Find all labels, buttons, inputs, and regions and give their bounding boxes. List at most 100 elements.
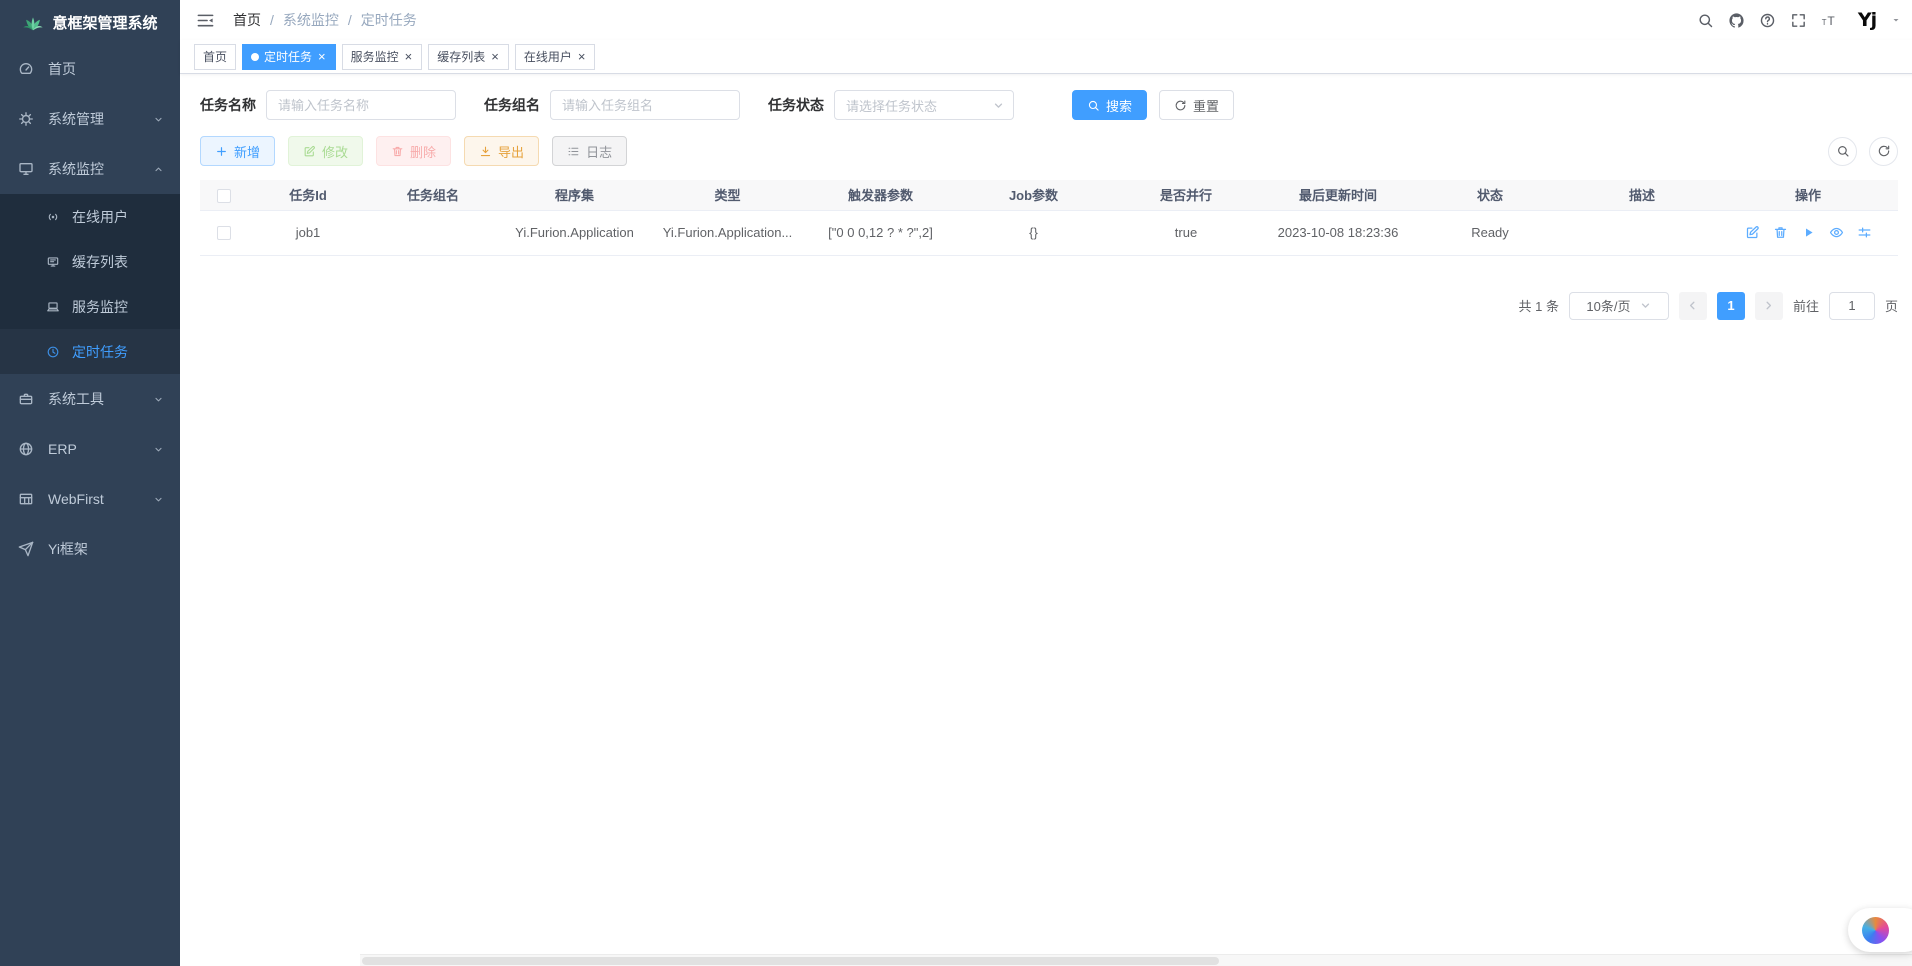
question-button[interactable] xyxy=(1759,12,1776,29)
close-tab-icon[interactable]: × xyxy=(404,50,414,63)
row-action-edit-button[interactable] xyxy=(1745,225,1760,240)
sidebar-subitem-service-monitor[interactable]: 服务监控 xyxy=(0,284,180,329)
tab-label: 缓存列表 xyxy=(437,48,485,65)
tab-label: 定时任务 xyxy=(264,48,312,65)
next-page-button[interactable] xyxy=(1755,292,1783,320)
chev-down-icon xyxy=(153,114,164,125)
sidebar-subitem-cache-list[interactable]: 缓存列表 xyxy=(0,239,180,284)
navbar-actions: Yj xyxy=(1697,5,1902,35)
table-cell: 2023-10-08 18:23:36 xyxy=(1262,210,1414,255)
row-actions-cell xyxy=(1718,210,1898,255)
filter-field-task-name: 任务名称 xyxy=(200,90,456,120)
table-header-row: 任务Id任务组名程序集类型触发器参数Job参数是否并行最后更新时间状态描述操作 xyxy=(200,180,1898,210)
sidebar-subitem-scheduled-tasks[interactable]: 定时任务 xyxy=(0,329,180,374)
sidebar-item-system-manage[interactable]: 系统管理 xyxy=(0,94,180,144)
breadcrumb-item[interactable]: 定时任务 xyxy=(361,10,417,30)
app-title: 意框架管理系统 xyxy=(52,12,157,33)
app-root: 意框架管理系统 首页系统管理系统监控在线用户缓存列表服务监控定时任务系统工具ER… xyxy=(0,0,1912,966)
page-size-select[interactable]: 10条/页 xyxy=(1569,292,1669,320)
task-status-select[interactable]: 请选择任务状态 xyxy=(834,90,1014,120)
tab-0[interactable]: 首页 xyxy=(194,44,236,70)
github-button[interactable] xyxy=(1728,12,1745,29)
select-placeholder: 请选择任务状态 xyxy=(846,96,937,115)
table-cell: true xyxy=(1110,210,1262,255)
sidebar-item-webfirst[interactable]: WebFirst xyxy=(0,474,180,524)
sidebar-item-yi-framework[interactable]: Yi框架 xyxy=(0,524,180,574)
main-area: 首页/系统监控/定时任务 Yj 首页定时任务×服务监控×缓存列表×在线用户× 任… xyxy=(180,0,1912,966)
sidebar-subitem-label: 缓存列表 xyxy=(72,252,128,272)
edit-button[interactable]: 修改 xyxy=(288,136,363,166)
toolbar-buttons: 新增修改删除导出日志 xyxy=(200,136,640,166)
log-button[interactable]: 日志 xyxy=(552,136,627,166)
column-header-2: 程序集 xyxy=(498,180,651,210)
task-name-input[interactable] xyxy=(266,90,456,120)
sidebar-item-system-tools[interactable]: 系统工具 xyxy=(0,374,180,424)
column-header-6: 是否并行 xyxy=(1110,180,1262,210)
magnifier-circle-button[interactable] xyxy=(1828,137,1857,166)
close-tab-icon[interactable]: × xyxy=(577,50,587,63)
chev-down-icon xyxy=(992,99,1005,112)
sidebar-item-home[interactable]: 首页 xyxy=(0,44,180,94)
task-group-input[interactable] xyxy=(550,90,740,120)
select-all-checkbox[interactable] xyxy=(217,189,231,203)
assistant-button[interactable] xyxy=(1848,908,1912,952)
refresh-circle-button[interactable] xyxy=(1869,137,1898,166)
table-toolbar: 新增修改删除导出日志 xyxy=(200,136,1898,166)
hamburger-icon xyxy=(196,11,215,30)
submenu-system-monitor: 在线用户缓存列表服务监控定时任务 xyxy=(0,194,180,374)
sidebar-subitem-online-users[interactable]: 在线用户 xyxy=(0,194,180,239)
row-action-run-button[interactable] xyxy=(1801,225,1816,240)
chev-down-icon xyxy=(153,494,164,505)
clock-icon xyxy=(46,345,60,359)
delete-button[interactable]: 删除 xyxy=(376,136,451,166)
export-button[interactable]: 导出 xyxy=(464,136,539,166)
sidebar-item-system-monitor[interactable]: 系统监控 xyxy=(0,144,180,194)
active-tab-dot xyxy=(251,53,259,61)
server-icon xyxy=(46,300,60,314)
select-all-header xyxy=(200,180,248,210)
column-header-8: 状态 xyxy=(1414,180,1566,210)
scrollbar-thumb[interactable] xyxy=(362,957,1219,965)
horizontal-scrollbar[interactable] xyxy=(360,954,1912,966)
prev-page-button[interactable] xyxy=(1679,292,1707,320)
add-button[interactable]: 新增 xyxy=(200,136,275,166)
reset-button[interactable]: 重置 xyxy=(1159,90,1234,120)
goto-page-input[interactable] xyxy=(1829,292,1875,320)
row-action-view-button[interactable] xyxy=(1829,225,1844,240)
sidebar-item-erp[interactable]: ERP xyxy=(0,424,180,474)
column-header-10: 操作 xyxy=(1718,180,1898,210)
goto-label: 前往 xyxy=(1793,296,1819,315)
fullscreen-button[interactable] xyxy=(1790,12,1807,29)
chevron-left-icon xyxy=(1686,299,1699,312)
column-header-3: 类型 xyxy=(651,180,804,210)
breadcrumb-item[interactable]: 首页 xyxy=(233,10,261,30)
breadcrumb-item[interactable]: 系统监控 xyxy=(283,10,339,30)
row-select-cell xyxy=(200,210,248,255)
row-action-delete-button[interactable] xyxy=(1773,225,1788,240)
tab-4[interactable]: 在线用户× xyxy=(515,44,596,70)
close-tab-icon[interactable]: × xyxy=(317,50,327,63)
table-row: job1Yi.Furion.ApplicationYi.Furion.Appli… xyxy=(200,210,1898,255)
close-tab-icon[interactable]: × xyxy=(490,50,500,63)
filter-field-task-status: 任务状态请选择任务状态 xyxy=(768,90,1014,120)
tab-2[interactable]: 服务监控× xyxy=(342,44,423,70)
magnifier-icon xyxy=(1836,144,1850,158)
row-checkbox[interactable] xyxy=(217,226,231,240)
globe-icon xyxy=(18,441,34,457)
pagination: 共 1 条 10条/页 1 前往 页 xyxy=(200,292,1898,320)
grid-icon xyxy=(18,491,34,507)
fontsize-button[interactable] xyxy=(1821,12,1838,29)
avatar[interactable]: Yj xyxy=(1852,5,1882,35)
tab-3[interactable]: 缓存列表 × xyxy=(428,44,509,70)
caret-down-icon[interactable] xyxy=(1890,14,1902,26)
page-number-button[interactable]: 1 xyxy=(1717,292,1745,320)
search-button[interactable] xyxy=(1697,12,1714,29)
sidebar-toggle-button[interactable] xyxy=(196,11,215,30)
tab-1[interactable]: 定时任务 × xyxy=(242,44,336,70)
chev-up-icon xyxy=(153,164,164,175)
question-icon xyxy=(1759,12,1776,29)
search-button[interactable]: 搜索 xyxy=(1072,90,1147,120)
row-action-log-button[interactable] xyxy=(1857,225,1872,240)
edit-icon xyxy=(303,145,316,158)
download-icon xyxy=(479,145,492,158)
